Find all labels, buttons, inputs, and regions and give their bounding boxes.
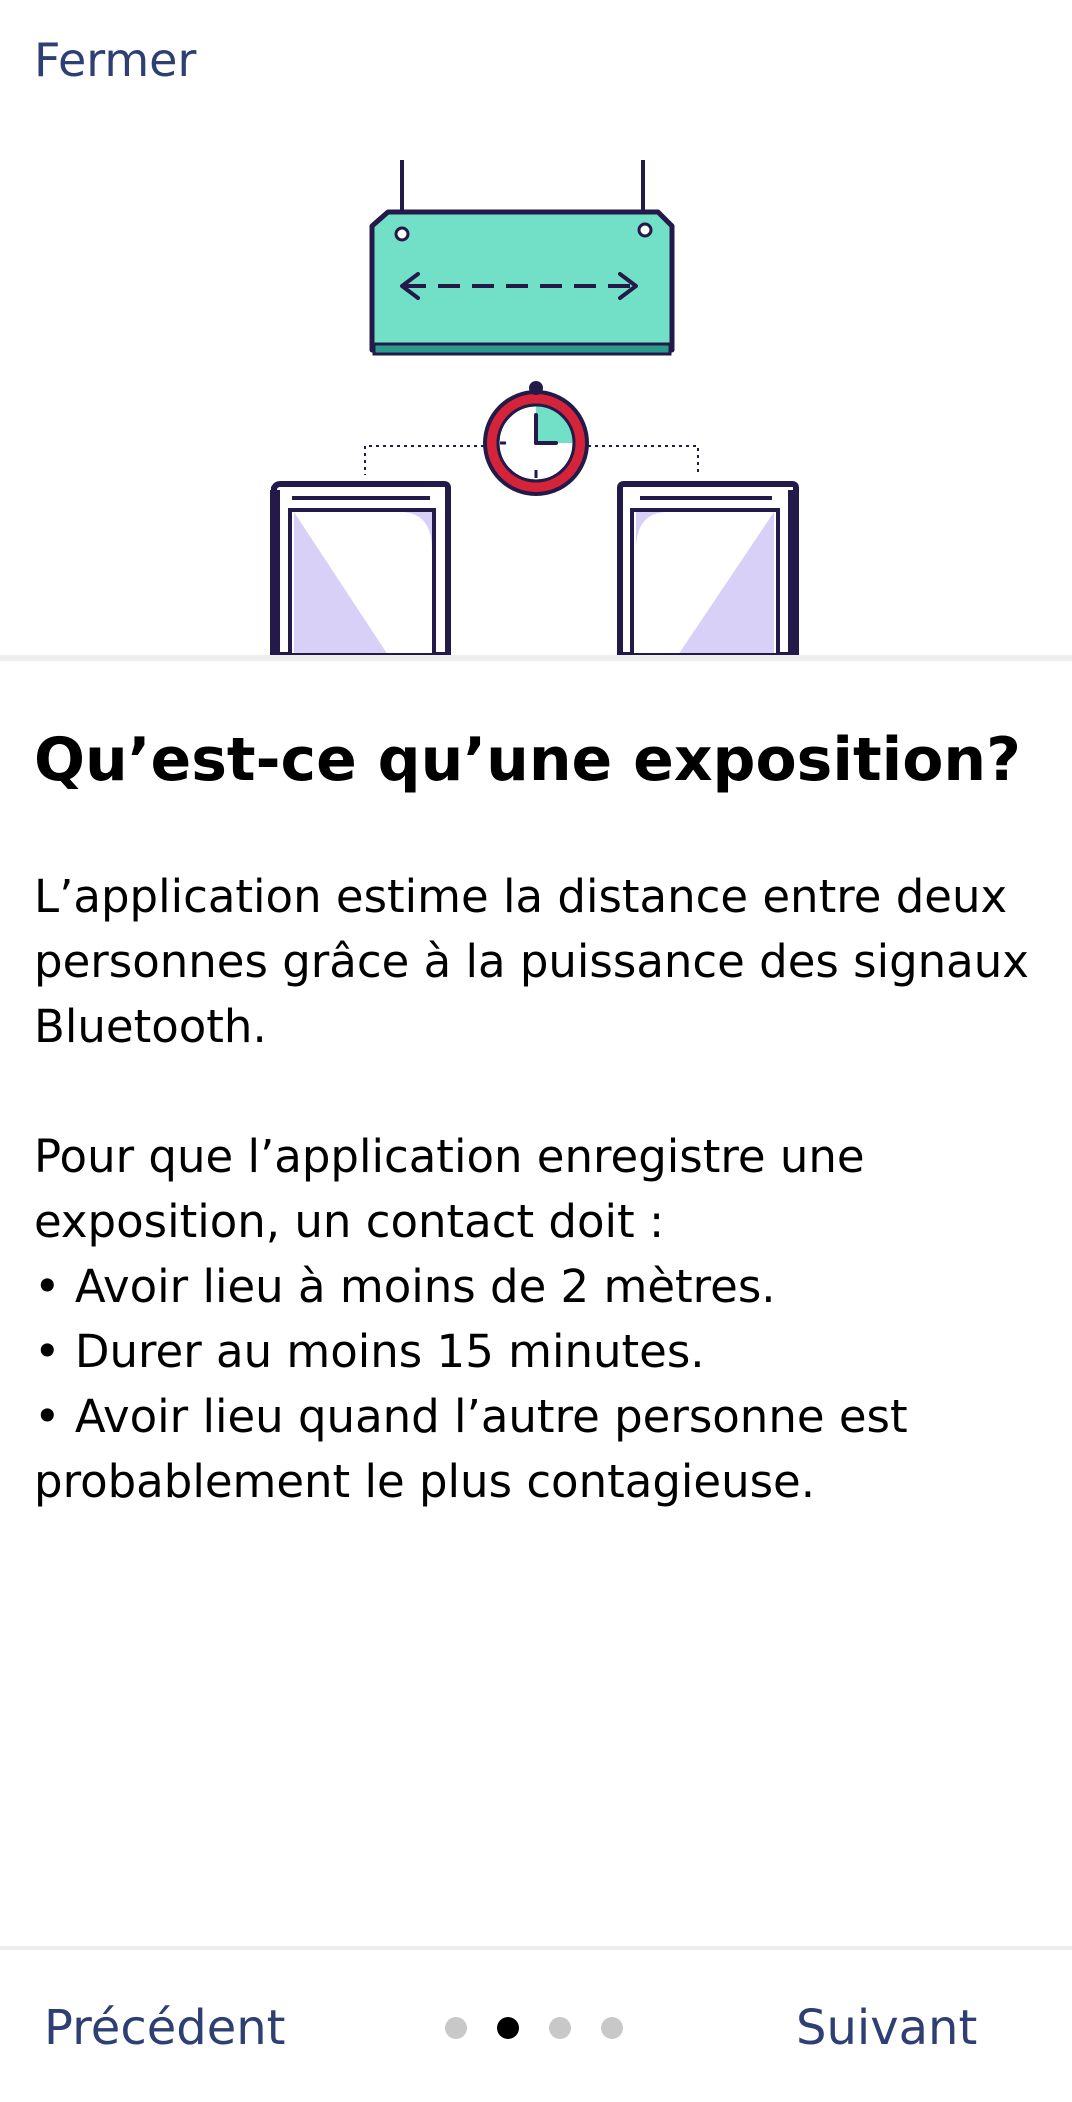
page-title: Qu’est-ce qu’une exposition? <box>34 725 1021 795</box>
page-dot <box>601 2017 623 2039</box>
page-dot <box>549 2017 571 2039</box>
distance-sign-icon <box>369 160 675 356</box>
list-item: • Durer au moins 15 minutes. <box>34 1325 705 1378</box>
clock-icon <box>483 381 589 496</box>
list-item: • Avoir lieu à moins de 2 mètres. <box>34 1260 776 1313</box>
paragraph-bluetooth: L’application estime la distance entre d… <box>34 870 1029 1053</box>
page-indicator <box>445 2017 623 2039</box>
paragraph-conditions-intro: Pour que l’application enregistre une ex… <box>34 1130 865 1248</box>
page-dot <box>497 2017 519 2039</box>
page-dot <box>445 2017 467 2039</box>
phone-icon <box>617 481 799 655</box>
phone-icon <box>270 481 451 655</box>
list-item: • Avoir lieu quand l’autre personne est … <box>34 1390 908 1508</box>
explanation-text: L’application estime la distance entre d… <box>34 864 1044 1514</box>
footer-divider <box>0 1946 1072 1950</box>
exposure-illustration <box>0 150 1072 655</box>
close-button[interactable]: Fermer <box>34 30 196 90</box>
next-button[interactable]: Suivant <box>796 1996 977 2060</box>
previous-button[interactable]: Précédent <box>44 1996 285 2060</box>
conditions-list: • Avoir lieu à moins de 2 mètres. • Dure… <box>34 1254 1044 1514</box>
illustration-divider <box>0 655 1072 661</box>
